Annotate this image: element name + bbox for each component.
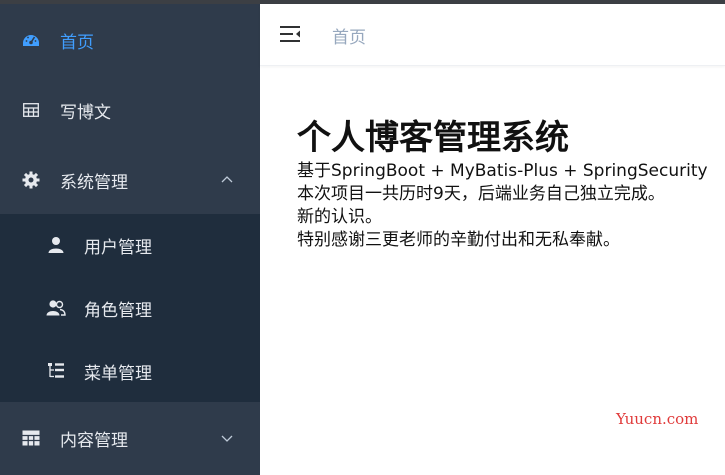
sidebar-item-label: 用户管理: [84, 237, 152, 258]
description-line: 特别感谢三更老师的辛勤付出和无私奉献。: [297, 230, 620, 250]
sidebar-item-label: 首页: [60, 32, 94, 53]
sidebar-item-write-post[interactable]: 写博文: [0, 88, 260, 132]
tree-icon: [46, 361, 66, 381]
sidebar-toggle-icon[interactable]: [280, 24, 302, 44]
grid-icon: [22, 429, 40, 447]
user-icon: [46, 235, 66, 255]
sidebar-item-label: 内容管理: [60, 430, 128, 451]
watermark: Yuucn.com: [616, 410, 699, 428]
chevron-up-icon: [219, 172, 235, 188]
sidebar-item-system-management[interactable]: 系统管理: [0, 158, 260, 202]
sidebar: 首页 写博文 系统管理 用户管理 角色管理 菜单管理 内容管理: [0, 4, 260, 475]
main-content: 个人博客管理系统 基于SpringBoot + MyBatis-Plus + S…: [260, 66, 725, 475]
chevron-down-icon: [219, 430, 235, 446]
sidebar-item-label: 菜单管理: [84, 363, 152, 384]
sidebar-item-home[interactable]: 首页: [0, 18, 260, 62]
top-header: 首页: [260, 4, 725, 66]
gear-icon: [22, 171, 40, 189]
users-icon: [46, 298, 66, 318]
description-line: 基于SpringBoot + MyBatis-Plus + SpringSecu…: [297, 161, 708, 181]
sidebar-item-content-management[interactable]: 内容管理: [0, 416, 260, 460]
table-icon: [22, 101, 40, 119]
sidebar-item-menu-management[interactable]: 菜单管理: [0, 340, 260, 402]
system-management-submenu: 用户管理 角色管理 菜单管理: [0, 214, 260, 402]
description: 基于SpringBoot + MyBatis-Plus + SpringSecu…: [297, 160, 708, 252]
page-title: 个人博客管理系统: [297, 118, 569, 158]
description-line: 本次项目一共历时9天，后端业务自己独立完成。: [297, 184, 665, 204]
sidebar-item-label: 写博文: [60, 102, 111, 123]
dashboard-icon: [22, 31, 40, 49]
sidebar-item-role-management[interactable]: 角色管理: [0, 277, 260, 339]
sidebar-item-user-management[interactable]: 用户管理: [0, 214, 260, 276]
sidebar-item-label: 角色管理: [84, 300, 152, 321]
description-line: 新的认识。: [297, 207, 382, 227]
breadcrumb: 首页: [332, 28, 366, 48]
sidebar-item-label: 系统管理: [60, 172, 128, 193]
